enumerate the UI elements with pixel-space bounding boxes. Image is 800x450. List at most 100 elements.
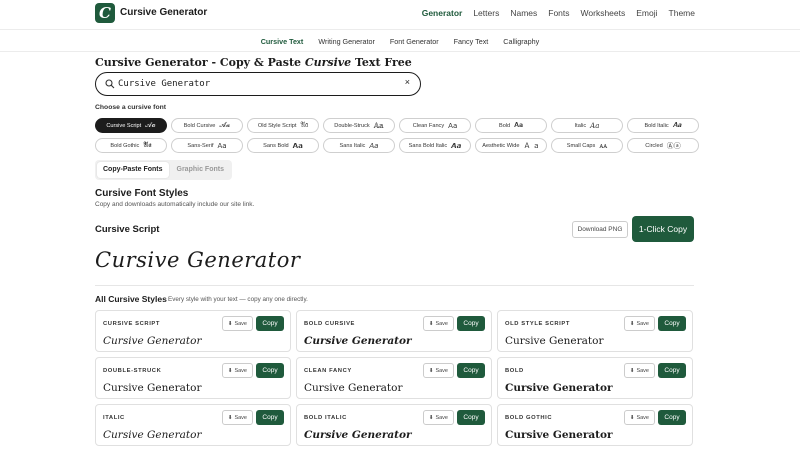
copy-button[interactable]: Copy — [658, 363, 686, 378]
save-button[interactable]: ⬇ Save — [422, 316, 454, 331]
font-chip-glyph: 𝖠𝖺 — [448, 121, 458, 130]
style-card-name: CLEAN FANCY — [304, 368, 352, 374]
logo-icon[interactable]: C — [95, 3, 115, 23]
font-chip-glyph: 𝑨𝒂 — [672, 121, 682, 129]
font-chip-glyph: 𝘼𝙖 — [451, 141, 462, 150]
font-chip-old-style-script[interactable]: Old Style Script 𝔄𝔞 — [247, 118, 319, 133]
font-type-tabs: Copy-Paste Fonts Graphic Fonts — [95, 160, 232, 180]
style-card-sample: Cursive Generator — [103, 382, 202, 394]
font-chip-label: Small Caps — [566, 142, 596, 149]
style-card-sample: Cursive Generator — [103, 335, 202, 347]
copy-button[interactable]: Copy — [658, 410, 686, 425]
copy-button[interactable]: Copy — [256, 410, 284, 425]
font-chip-label: Circled — [645, 142, 663, 149]
text-input-box[interactable]: Cursive Generator × — [95, 72, 421, 96]
save-label: Save — [234, 367, 247, 374]
nav-item-theme[interactable]: Theme — [669, 8, 695, 18]
download-icon: ⬇ — [227, 414, 233, 421]
font-chip-glyph: Ⓐⓐ — [666, 141, 681, 150]
save-button[interactable]: ⬇ Save — [221, 410, 253, 425]
font-chip-italic[interactable]: Italic 𝐴𝑎 — [551, 118, 623, 133]
style-card: BOLD ITALIC ⬇ Save Copy Cursive Generator — [296, 404, 492, 446]
choose-font-label: Choose a cursive font — [95, 104, 167, 111]
nav-item-worksheets[interactable]: Worksheets — [581, 8, 626, 18]
style-card-name: ITALIC — [103, 415, 125, 421]
font-chip-bold[interactable]: Bold 𝐀𝐚 — [475, 118, 547, 133]
font-chip-glyph: 𝔄𝔞 — [300, 121, 309, 129]
download-png-button[interactable]: Download PNG — [572, 221, 628, 238]
font-chip-label: Bold Italic — [644, 122, 669, 129]
subnav-item-fancy-text[interactable]: Fancy Text — [454, 37, 489, 46]
subnav-item-writing-generator[interactable]: Writing Generator — [318, 37, 375, 46]
copy-button[interactable]: Copy — [457, 363, 485, 378]
style-card-sample: Cursive Generator — [304, 335, 412, 347]
tab-copy-paste-fonts[interactable]: Copy-Paste Fonts — [97, 162, 169, 178]
save-button[interactable]: ⬇ Save — [422, 410, 454, 425]
copy-button[interactable]: Copy — [658, 316, 686, 331]
save-button[interactable]: ⬇ Save — [623, 410, 655, 425]
font-chip-glyph: Ａ ａ — [523, 141, 540, 150]
font-chip-double-struck[interactable]: Double-Struck 𝔸𝕒 — [323, 118, 395, 133]
font-chip-sans-serif[interactable]: Sans-Serif 𝖠𝖺 — [171, 138, 243, 153]
style-card: ITALIC ⬇ Save Copy Cursive Generator — [95, 404, 291, 446]
font-chip-label: Sans Italic — [339, 142, 366, 149]
copy-button[interactable]: Copy — [457, 410, 485, 425]
style-card-name: BOLD GOTHIC — [505, 415, 553, 421]
font-chip-clean-fancy[interactable]: Clean Fancy 𝖠𝖺 — [399, 118, 471, 133]
style-card: CURSIVE SCRIPT ⬇ Save Copy Cursive Generator — [95, 310, 291, 352]
nav-item-emoji[interactable]: Emoji — [636, 8, 657, 18]
font-chip-label: Double-Struck — [334, 122, 370, 129]
style-card: DOUBLE-STRUCK ⬇ Save Copy Cursive Generator — [95, 357, 291, 399]
font-chip-label: Bold Gothic — [110, 142, 140, 149]
font-chip-glyph: ᴀᴀ — [599, 141, 608, 150]
subnav-item-font-generator[interactable]: Font Generator — [390, 37, 439, 46]
brand-name[interactable]: Cursive Generator — [120, 7, 207, 18]
nav-item-letters[interactable]: Letters — [473, 8, 499, 18]
current-style-name: Cursive Script — [95, 224, 160, 235]
one-click-copy-button[interactable]: 1-Click Copy — [632, 216, 694, 242]
font-chip-circled[interactable]: Circled Ⓐⓐ — [627, 138, 699, 153]
nav-item-generator[interactable]: Generator — [422, 8, 463, 18]
font-chip-sans-bold-italic[interactable]: Sans Bold Italic 𝘼𝙖 — [399, 138, 471, 153]
style-card: OLD STYLE SCRIPT ⬇ Save Copy Cursive Generat… — [497, 310, 693, 352]
font-chip-sans-bold[interactable]: Sans Bold 𝗔𝗮 — [247, 138, 319, 153]
download-icon: ⬇ — [629, 320, 635, 327]
save-label: Save — [435, 367, 448, 374]
subnav-item-calligraphy[interactable]: Calligraphy — [503, 37, 539, 46]
font-chip-aesthetic-wide[interactable]: Aesthetic Wide Ａ ａ — [475, 138, 547, 153]
save-button[interactable]: ⬇ Save — [422, 363, 454, 378]
save-button[interactable]: ⬇ Save — [623, 363, 655, 378]
nav-item-names[interactable]: Names — [510, 8, 537, 18]
style-card-sample: Cursive Generator — [304, 429, 412, 441]
nav-item-fonts[interactable]: Fonts — [548, 8, 569, 18]
copy-button[interactable]: Copy — [256, 363, 284, 378]
copy-button[interactable]: Copy — [457, 316, 485, 331]
font-chip-label: Sans-Serif — [187, 142, 214, 149]
style-card-name: BOLD — [505, 368, 524, 374]
font-chip-glyph: 𝖠𝖺 — [217, 141, 227, 150]
save-button[interactable]: ⬇ Save — [623, 316, 655, 331]
font-chip-label: Italic — [574, 122, 587, 129]
font-chip-label: Cursive Script — [106, 122, 142, 129]
save-label: Save — [636, 367, 649, 374]
save-button[interactable]: ⬇ Save — [221, 363, 253, 378]
font-chip-cursive-script[interactable]: Cursive Script 𝒜𝒶 — [95, 118, 167, 133]
save-label: Save — [435, 320, 448, 327]
copy-button[interactable]: Copy — [256, 316, 284, 331]
font-chip-bold-gothic[interactable]: Bold Gothic 𝕬𝖆 — [95, 138, 167, 153]
font-chip-sans-italic[interactable]: Sans Italic 𝘈𝘢 — [323, 138, 395, 153]
font-chip-small-caps[interactable]: Small Caps ᴀᴀ — [551, 138, 623, 153]
tab-graphic-fonts[interactable]: Graphic Fonts — [171, 162, 230, 178]
font-chip-label: Sans Bold — [263, 142, 289, 149]
text-input[interactable]: Cursive Generator — [118, 79, 210, 89]
download-icon: ⬇ — [629, 367, 635, 374]
font-chip-bold-cursive[interactable]: Bold Cursive 𝓐𝓪 — [171, 118, 243, 133]
save-label: Save — [435, 414, 448, 421]
font-chip-glyph: 𝕬𝖆 — [143, 141, 152, 149]
font-chip-bold-italic[interactable]: Bold Italic 𝑨𝒂 — [627, 118, 699, 133]
save-button[interactable]: ⬇ Save — [221, 316, 253, 331]
save-label: Save — [636, 414, 649, 421]
subnav-item-cursive-text[interactable]: Cursive Text — [261, 37, 304, 46]
clear-icon[interactable]: × — [405, 77, 410, 87]
all-styles-title: All Cursive Styles — [95, 294, 167, 304]
